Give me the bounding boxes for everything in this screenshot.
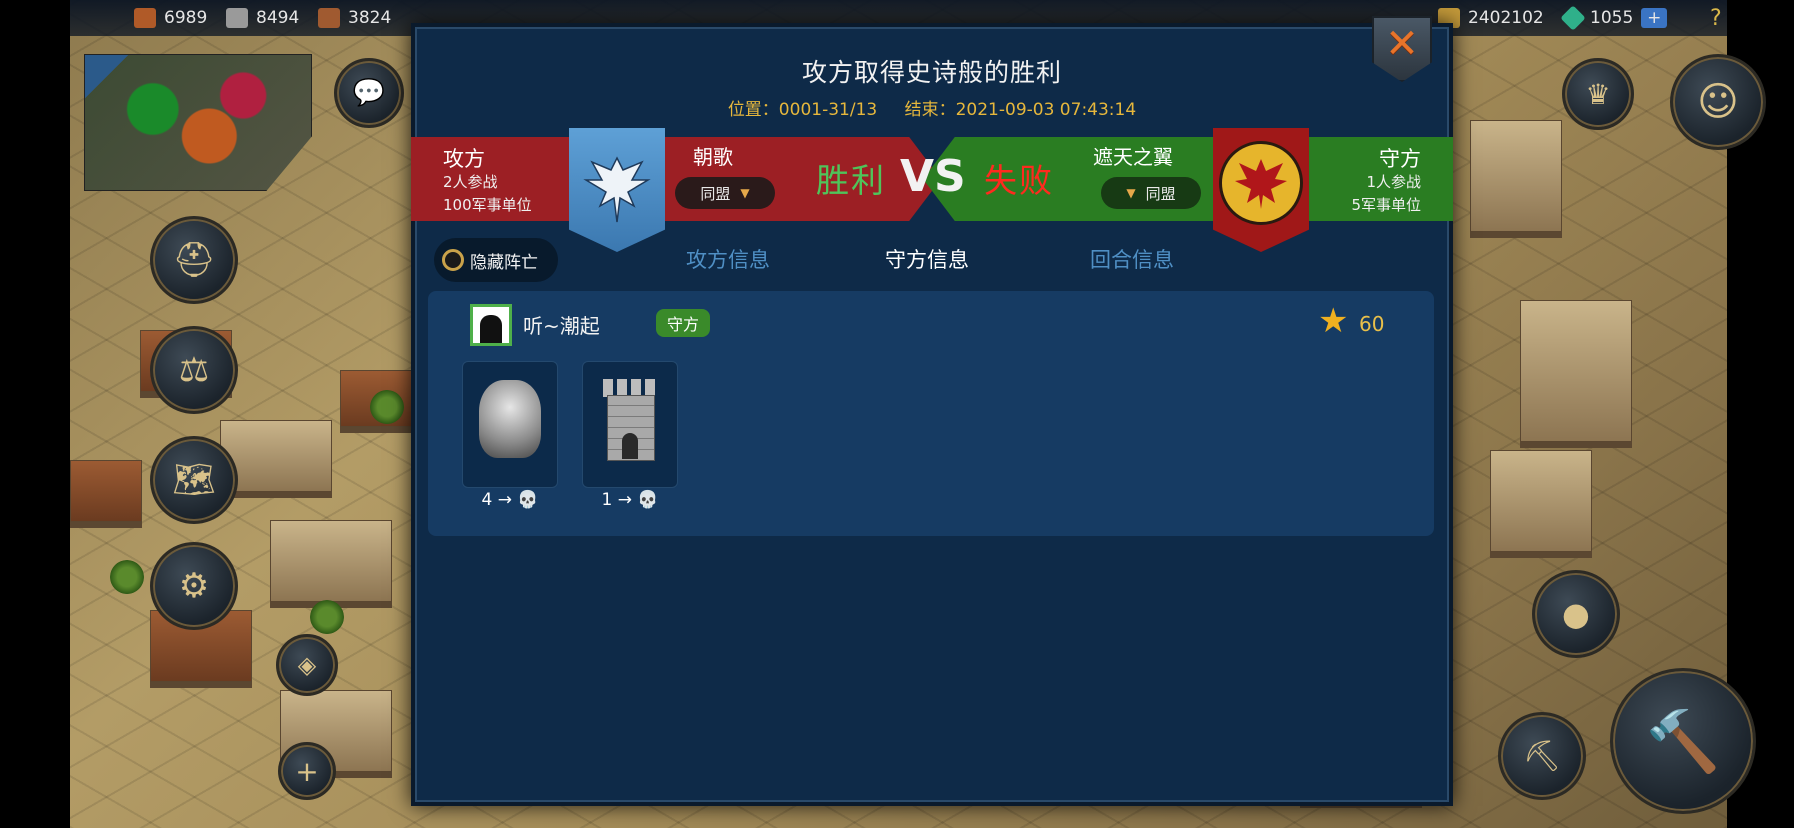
scales-icon: ⚖ [178,350,210,390]
plus-icon: + [295,754,319,788]
help-button[interactable]: ? [1710,6,1722,31]
gem-value: 1055 [1590,8,1634,28]
chat-icon: 💬 [352,78,386,108]
gem-resource[interactable]: 1055 + [1560,5,1668,31]
ogre-unit-icon [469,370,551,468]
add-gem-button[interactable]: + [1641,8,1668,28]
map-button[interactable]: 🗺 [150,436,238,524]
attacker-alliance-pill-label: 同盟 [700,184,731,203]
eagle-icon [583,156,651,223]
iron-resource[interactable]: 3824 [318,6,391,30]
chevron-down-icon: ▼ [1126,186,1136,200]
defender-alliance-dropdown[interactable]: ▼ 同盟 [1101,177,1201,209]
wood-icon [134,8,156,28]
unit-card-ogre[interactable]: 4 → 💀 [462,361,558,510]
close-icon: ✕ [1385,21,1419,67]
settings-button[interactable]: ⚙ [150,542,238,630]
vs-label: VS [900,151,966,202]
wood-value: 6989 [164,8,208,28]
defender-title: 守方 [1379,147,1421,171]
defender-participants: 1人参战 [1366,173,1421,191]
tab-defender-info[interactable]: 守方信息 [885,244,969,274]
player-score: 60 [1359,312,1385,336]
tower-unit-icon [589,370,671,468]
advisor-icon: ☺ [1697,79,1739,125]
gear-icon: ⚙ [178,566,210,606]
wood-resource[interactable]: 6989 [134,6,207,30]
chat-button[interactable]: 💬 [334,58,404,128]
defender-alliance-name: 遮天之翼 [1093,145,1173,169]
unit-loss-stat: 1 → 💀 [601,490,659,510]
battle-title: 攻方取得史诗般的胜利 [801,58,1062,87]
player-name[interactable]: 听~潮起 [523,310,600,339]
tab-attacker-info[interactable]: 攻方信息 [686,244,770,274]
military-button[interactable]: ⛑ [150,216,238,304]
chevron-down-icon: ▼ [740,186,750,200]
map-icon: 🗺 [172,460,216,500]
defender-stats: 1人参战 5军事单位 [1351,171,1421,217]
attacker-result: 胜利 [816,161,886,200]
star-icon: ★ [1318,301,1349,341]
shovel-icon: ⛏ [1522,738,1562,774]
role-badge: 守方 [656,309,710,337]
attacker-stats: 2人参战 100军事单位 [443,171,532,217]
gold-resource[interactable]: 2402102 [1438,6,1544,30]
iron-value: 3824 [348,8,392,28]
gold-value: 2402102 [1468,8,1544,28]
battle-location: 位置：0001-31/13 [727,100,878,120]
attacker-units: 100军事单位 [443,196,532,214]
crown-button[interactable]: ♛ [1562,58,1634,130]
defender-units: 5军事单位 [1351,196,1421,214]
attacker-participants: 2人参战 [443,173,498,191]
iron-icon [318,8,340,28]
attacker-alliance-dropdown[interactable]: 同盟 ▼ [675,177,775,209]
player-avatar[interactable] [470,304,512,346]
add-button[interactable]: + [278,742,336,800]
advisor-avatar[interactable]: ☺ [1670,54,1766,150]
tab-round-info[interactable]: 回合信息 [1090,244,1174,274]
attacker-emblem [569,128,665,252]
checkbox-icon[interactable] [442,249,464,271]
resource-pouch-button[interactable]: ● [1532,570,1620,658]
hide-dead-label: 隐藏阵亡 [470,252,538,273]
helmet-icon: ⛑ [172,240,216,280]
pouch-icon: ● [1562,595,1590,633]
defender-result: 失败 [984,161,1054,200]
avatar-silhouette-icon [480,315,502,343]
unit-card-tower[interactable]: 1 → 💀 [582,361,678,510]
build-hammer-button[interactable]: 🔨 [1610,668,1756,814]
defender-alliance-pill-label: 同盟 [1145,184,1176,203]
unit-loss-stat: 4 → 💀 [481,490,539,510]
minimap[interactable] [84,54,312,191]
stone-value: 8494 [256,8,300,28]
hide-dead-toggle[interactable]: 隐藏阵亡 [434,238,558,282]
defender-emblem [1213,128,1309,252]
layers-icon: ◈ [297,651,317,679]
phoenix-icon [1219,141,1303,225]
attacker-alliance-name: 朝歌 [693,145,733,169]
shovel-button[interactable]: ⛏ [1498,712,1586,800]
stone-resource[interactable]: 8494 [226,6,299,30]
battle-end-time: 结束：2021-09-03 07:43:14 [904,100,1137,120]
gem-icon [1560,5,1586,31]
crown-icon: ♛ [1585,77,1611,111]
attacker-title: 攻方 [443,147,485,171]
layers-button[interactable]: ◈ [276,634,338,696]
justice-button[interactable]: ⚖ [150,326,238,414]
stone-icon [226,8,248,28]
hammer-icon: 🔨 [1645,706,1721,777]
battle-meta: 位置：0001-31/13 结束：2021-09-03 07:43:14 [415,95,1449,120]
